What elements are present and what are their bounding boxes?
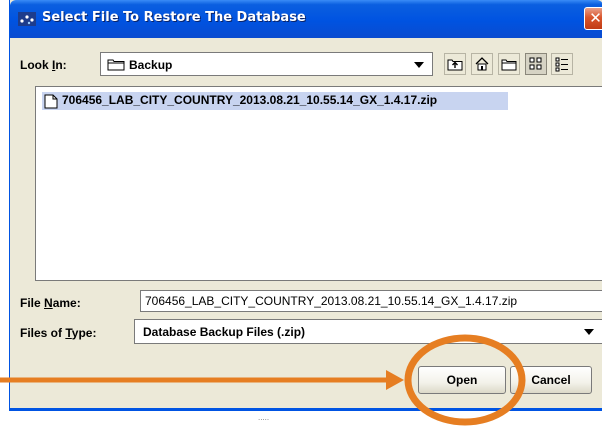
look-in-value: Backup <box>129 58 173 72</box>
file-type-combo[interactable]: Database Backup Files (.zip) <box>134 319 602 344</box>
open-button[interactable]: Open <box>418 366 506 394</box>
cancel-button[interactable]: Cancel <box>510 366 592 394</box>
list-view-icon <box>529 57 542 70</box>
app-icon <box>18 12 36 26</box>
file-type-value: Database Backup Files (.zip) <box>143 325 306 339</box>
title-bar[interactable]: Select File To Restore The Database ✕ <box>10 0 602 38</box>
file-chooser-dialog: Select File To Restore The Database ✕ Lo… <box>9 0 602 410</box>
list-view-button[interactable] <box>525 53 547 75</box>
up-one-level-button[interactable] <box>444 53 466 75</box>
file-name-text: 706456_LAB_CITY_COUNTRY_2013.08.21_10.55… <box>62 93 438 107</box>
file-name-label: File Name: <box>20 296 81 310</box>
home-button[interactable] <box>471 53 493 75</box>
up-one-level-icon <box>447 59 463 71</box>
file-list[interactable]: 706456_LAB_CITY_COUNTRY_2013.08.21_10.55… <box>35 86 602 281</box>
details-view-button[interactable] <box>551 53 573 75</box>
new-folder-icon <box>501 59 517 71</box>
file-type-label: Files of Type: <box>20 326 97 340</box>
window-title: Select File To Restore The Database <box>42 10 306 25</box>
close-button[interactable]: ✕ <box>584 7 602 30</box>
look-in-label: Look In: <box>20 58 67 72</box>
folder-icon <box>107 59 125 71</box>
file-name-field[interactable]: 706456_LAB_CITY_COUNTRY_2013.08.21_10.55… <box>140 290 602 312</box>
details-view-icon <box>555 57 568 72</box>
look-in-combo[interactable]: Backup <box>100 52 433 76</box>
file-icon <box>44 94 58 109</box>
chevron-down-icon[interactable] <box>584 329 594 335</box>
close-icon: ✕ <box>589 9 602 27</box>
chevron-down-icon[interactable] <box>414 62 424 68</box>
dialog-bottom-border <box>9 408 602 411</box>
home-icon <box>475 57 489 71</box>
file-list-item[interactable]: 706456_LAB_CITY_COUNTRY_2013.08.21_10.55… <box>42 92 508 110</box>
background-stub: ..... <box>258 413 270 422</box>
new-folder-button[interactable] <box>498 53 520 75</box>
